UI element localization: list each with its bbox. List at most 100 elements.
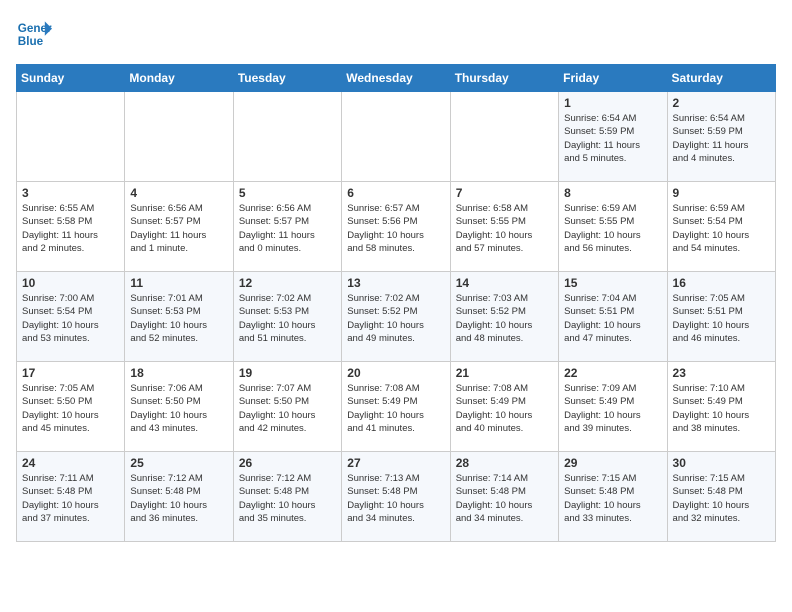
calendar-cell: 18 Sunrise: 7:06 AM Sunset: 5:50 PM Dayli… xyxy=(125,362,233,452)
day-number: 21 xyxy=(456,366,553,380)
day-number: 3 xyxy=(22,186,119,200)
calendar-cell: 12 Sunrise: 7:02 AM Sunset: 5:53 PM Dayli… xyxy=(233,272,341,362)
calendar-cell: 8 Sunrise: 6:59 AM Sunset: 5:55 PM Daylig… xyxy=(559,182,667,272)
calendar-cell: 19 Sunrise: 7:07 AM Sunset: 5:50 PM Dayli… xyxy=(233,362,341,452)
calendar-cell xyxy=(125,92,233,182)
weekday-header-tuesday: Tuesday xyxy=(233,65,341,92)
day-info: Sunrise: 7:08 AM Sunset: 5:49 PM Dayligh… xyxy=(456,382,553,435)
day-info: Sunrise: 6:54 AM Sunset: 5:59 PM Dayligh… xyxy=(673,112,770,165)
calendar-cell xyxy=(233,92,341,182)
day-number: 5 xyxy=(239,186,336,200)
day-info: Sunrise: 7:10 AM Sunset: 5:49 PM Dayligh… xyxy=(673,382,770,435)
day-number: 22 xyxy=(564,366,661,380)
calendar-week-4: 17Sunrise: 7:05 AM Sunset: 5:50 PM Dayli… xyxy=(17,362,776,452)
day-info: Sunrise: 7:01 AM Sunset: 5:53 PM Dayligh… xyxy=(130,292,227,345)
calendar-cell: 26Sunrise: 7:12 AM Sunset: 5:48 PM Dayli… xyxy=(233,452,341,542)
day-number: 27 xyxy=(347,456,444,470)
calendar-cell: 7 Sunrise: 6:58 AM Sunset: 5:55 PM Daylig… xyxy=(450,182,558,272)
day-number: 2 xyxy=(673,96,770,110)
calendar-cell: 24 Sunrise: 7:11 AM Sunset: 5:48 PM Dayli… xyxy=(17,452,125,542)
logo: General Blue xyxy=(16,16,52,52)
day-number: 28 xyxy=(456,456,553,470)
calendar-cell: 14 Sunrise: 7:03 AM Sunset: 5:52 PM Dayli… xyxy=(450,272,558,362)
calendar-cell: 3 Sunrise: 6:55 AM Sunset: 5:58 PM Daylig… xyxy=(17,182,125,272)
weekday-header-saturday: Saturday xyxy=(667,65,775,92)
day-info: Sunrise: 7:07 AM Sunset: 5:50 PM Dayligh… xyxy=(239,382,336,435)
day-number: 17 xyxy=(22,366,119,380)
day-info: Sunrise: 6:59 AM Sunset: 5:55 PM Dayligh… xyxy=(564,202,661,255)
calendar-week-2: 3 Sunrise: 6:55 AM Sunset: 5:58 PM Daylig… xyxy=(17,182,776,272)
day-number: 23 xyxy=(673,366,770,380)
calendar-cell: 22 Sunrise: 7:09 AM Sunset: 5:49 PM Dayli… xyxy=(559,362,667,452)
day-number: 9 xyxy=(673,186,770,200)
calendar-week-3: 10 Sunrise: 7:00 AM Sunset: 5:54 PM Dayli… xyxy=(17,272,776,362)
day-info: Sunrise: 7:13 AM Sunset: 5:48 PM Dayligh… xyxy=(347,472,444,525)
calendar-cell xyxy=(17,92,125,182)
day-number: 6 xyxy=(347,186,444,200)
day-info: Sunrise: 7:02 AM Sunset: 5:53 PM Dayligh… xyxy=(239,292,336,345)
calendar-cell: 6 Sunrise: 6:57 AM Sunset: 5:56 PM Daylig… xyxy=(342,182,450,272)
calendar-cell: 28Sunrise: 7:14 AM Sunset: 5:48 PM Dayli… xyxy=(450,452,558,542)
calendar-cell: 10 Sunrise: 7:00 AM Sunset: 5:54 PM Dayli… xyxy=(17,272,125,362)
day-info: Sunrise: 7:15 AM Sunset: 5:48 PM Dayligh… xyxy=(673,472,770,525)
day-number: 10 xyxy=(22,276,119,290)
day-number: 7 xyxy=(456,186,553,200)
logo-icon: General Blue xyxy=(16,16,52,52)
calendar-cell xyxy=(342,92,450,182)
calendar-cell: 17Sunrise: 7:05 AM Sunset: 5:50 PM Dayli… xyxy=(17,362,125,452)
day-number: 24 xyxy=(22,456,119,470)
calendar-cell: 30 Sunrise: 7:15 AM Sunset: 5:48 PM Dayli… xyxy=(667,452,775,542)
day-info: Sunrise: 6:58 AM Sunset: 5:55 PM Dayligh… xyxy=(456,202,553,255)
day-number: 12 xyxy=(239,276,336,290)
day-info: Sunrise: 6:59 AM Sunset: 5:54 PM Dayligh… xyxy=(673,202,770,255)
day-number: 8 xyxy=(564,186,661,200)
calendar-cell: 29Sunrise: 7:15 AM Sunset: 5:48 PM Dayli… xyxy=(559,452,667,542)
calendar-cell: 4 Sunrise: 6:56 AM Sunset: 5:57 PM Daylig… xyxy=(125,182,233,272)
svg-text:Blue: Blue xyxy=(18,35,44,48)
day-info: Sunrise: 6:56 AM Sunset: 5:57 PM Dayligh… xyxy=(130,202,227,255)
day-number: 20 xyxy=(347,366,444,380)
day-number: 29 xyxy=(564,456,661,470)
day-info: Sunrise: 6:56 AM Sunset: 5:57 PM Dayligh… xyxy=(239,202,336,255)
calendar-cell: 20 Sunrise: 7:08 AM Sunset: 5:49 PM Dayli… xyxy=(342,362,450,452)
calendar-cell: 27 Sunrise: 7:13 AM Sunset: 5:48 PM Dayli… xyxy=(342,452,450,542)
weekday-header-sunday: Sunday xyxy=(17,65,125,92)
day-number: 30 xyxy=(673,456,770,470)
calendar-cell: 21 Sunrise: 7:08 AM Sunset: 5:49 PM Dayli… xyxy=(450,362,558,452)
calendar-week-1: 1 Sunrise: 6:54 AM Sunset: 5:59 PM Daylig… xyxy=(17,92,776,182)
page-header: General Blue xyxy=(16,16,776,52)
day-info: Sunrise: 6:55 AM Sunset: 5:58 PM Dayligh… xyxy=(22,202,119,255)
day-number: 13 xyxy=(347,276,444,290)
calendar-cell: 16Sunrise: 7:05 AM Sunset: 5:51 PM Dayli… xyxy=(667,272,775,362)
calendar-cell: 15Sunrise: 7:04 AM Sunset: 5:51 PM Dayli… xyxy=(559,272,667,362)
day-info: Sunrise: 7:11 AM Sunset: 5:48 PM Dayligh… xyxy=(22,472,119,525)
day-info: Sunrise: 7:08 AM Sunset: 5:49 PM Dayligh… xyxy=(347,382,444,435)
day-number: 18 xyxy=(130,366,227,380)
calendar-cell: 1 Sunrise: 6:54 AM Sunset: 5:59 PM Daylig… xyxy=(559,92,667,182)
day-info: Sunrise: 7:03 AM Sunset: 5:52 PM Dayligh… xyxy=(456,292,553,345)
day-info: Sunrise: 7:06 AM Sunset: 5:50 PM Dayligh… xyxy=(130,382,227,435)
calendar-week-5: 24 Sunrise: 7:11 AM Sunset: 5:48 PM Dayli… xyxy=(17,452,776,542)
day-number: 14 xyxy=(456,276,553,290)
calendar-cell: 2 Sunrise: 6:54 AM Sunset: 5:59 PM Daylig… xyxy=(667,92,775,182)
day-number: 4 xyxy=(130,186,227,200)
day-info: Sunrise: 6:54 AM Sunset: 5:59 PM Dayligh… xyxy=(564,112,661,165)
day-info: Sunrise: 7:04 AM Sunset: 5:51 PM Dayligh… xyxy=(564,292,661,345)
day-info: Sunrise: 7:09 AM Sunset: 5:49 PM Dayligh… xyxy=(564,382,661,435)
weekday-header-friday: Friday xyxy=(559,65,667,92)
day-number: 26 xyxy=(239,456,336,470)
day-number: 25 xyxy=(130,456,227,470)
day-info: Sunrise: 7:00 AM Sunset: 5:54 PM Dayligh… xyxy=(22,292,119,345)
day-info: Sunrise: 7:02 AM Sunset: 5:52 PM Dayligh… xyxy=(347,292,444,345)
calendar-table: SundayMondayTuesdayWednesdayThursdayFrid… xyxy=(16,64,776,542)
weekday-header-wednesday: Wednesday xyxy=(342,65,450,92)
calendar-cell xyxy=(450,92,558,182)
calendar-cell: 9 Sunrise: 6:59 AM Sunset: 5:54 PM Daylig… xyxy=(667,182,775,272)
weekday-header-thursday: Thursday xyxy=(450,65,558,92)
day-number: 19 xyxy=(239,366,336,380)
day-number: 11 xyxy=(130,276,227,290)
day-info: Sunrise: 6:57 AM Sunset: 5:56 PM Dayligh… xyxy=(347,202,444,255)
weekday-header-monday: Monday xyxy=(125,65,233,92)
day-number: 1 xyxy=(564,96,661,110)
day-info: Sunrise: 7:12 AM Sunset: 5:48 PM Dayligh… xyxy=(130,472,227,525)
